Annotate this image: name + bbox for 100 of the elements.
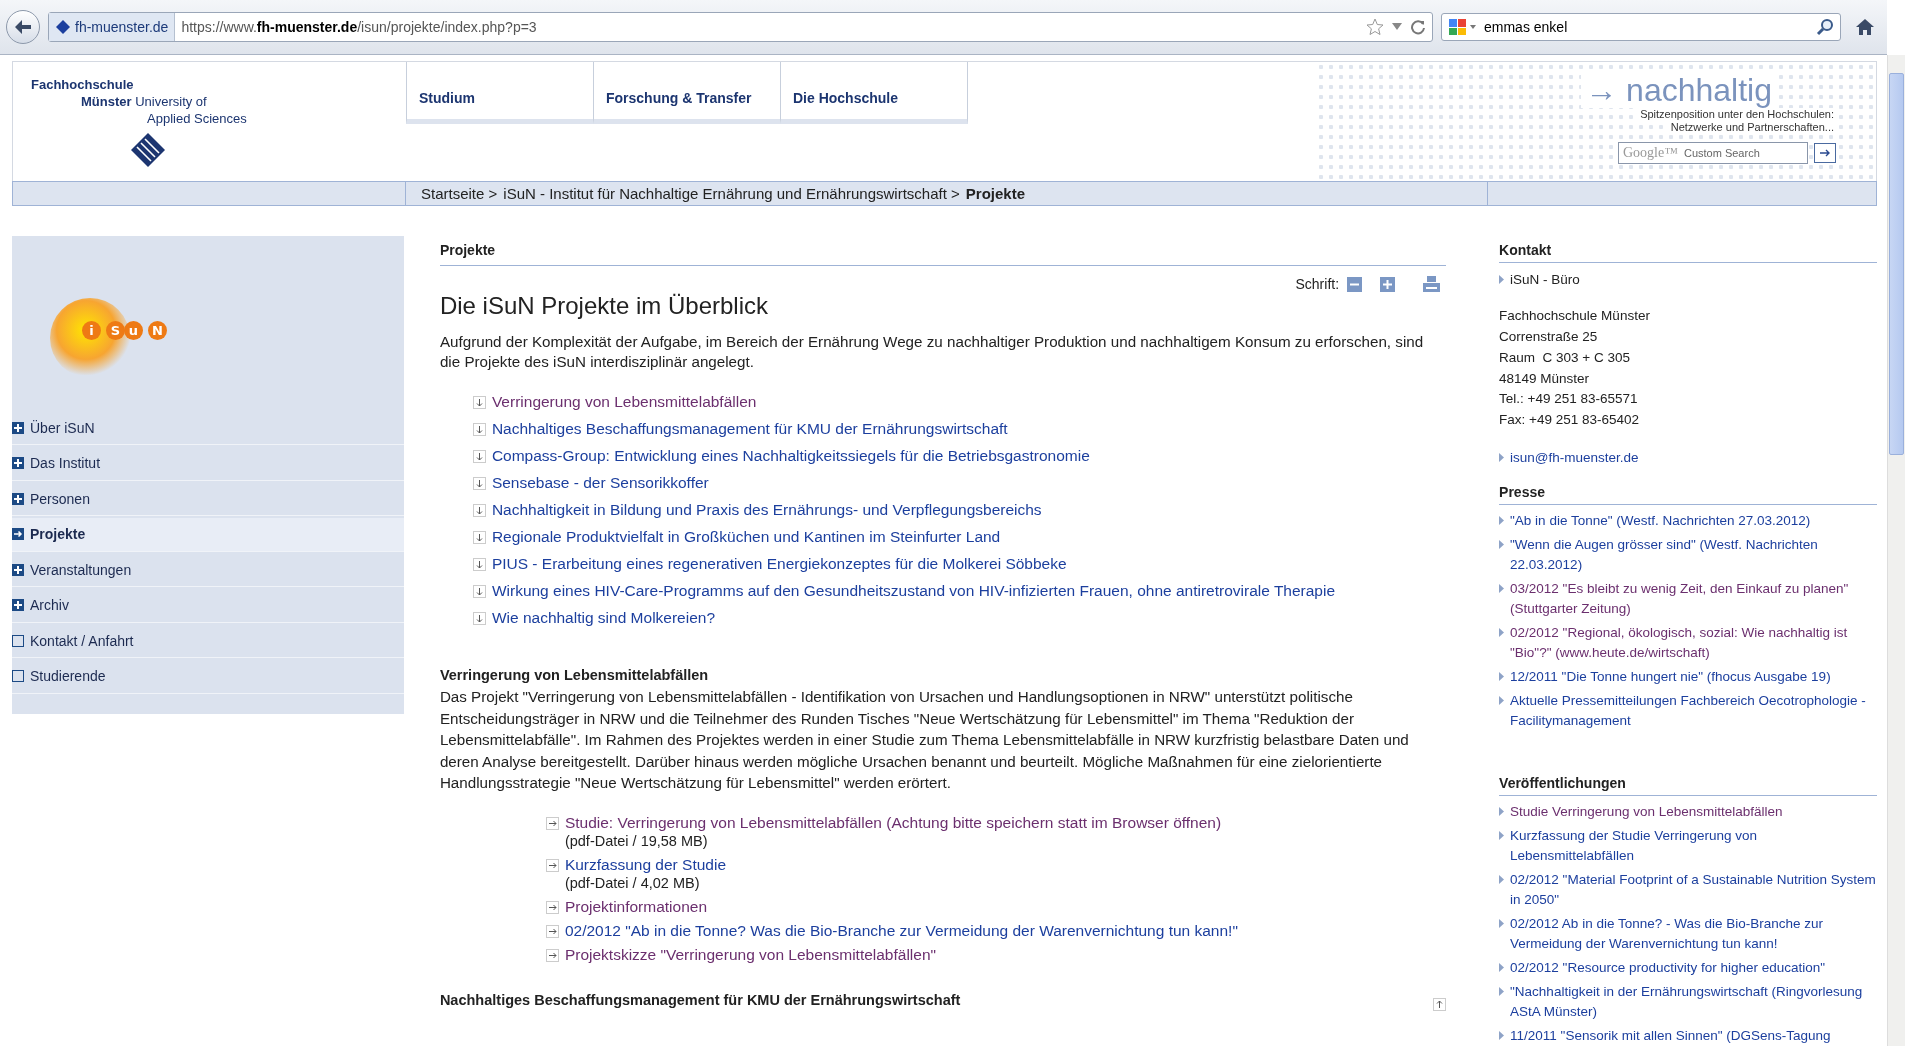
checkbox-icon: [12, 670, 24, 683]
nav-tab[interactable]: Studium: [406, 62, 594, 124]
document-link[interactable]: Studie: Verringerung von Lebensmittelabfällen (Achtung bitte speichern statt im Browser öffnen): [564, 813, 1222, 832]
search-field[interactable]: Google™ Custom Search: [1618, 142, 1808, 164]
document-link[interactable]: Projektskizze "Verringerung von Lebensmittelabfällen": [564, 945, 937, 964]
bullet-icon: [1499, 516, 1505, 525]
breadcrumb-link[interactable]: iSuN - Institut für Nachhaltige Ernährung und Ernährungswirtschaft >: [503, 185, 960, 203]
logo-letter: S: [106, 321, 125, 341]
breadcrumb-link[interactable]: Projekte: [965, 185, 1025, 203]
project-link[interactable]: Nachhaltigkeit in Bildung und Praxis des Ernährungs- und Verpflegungsbereichs: [491, 501, 1042, 520]
star-icon[interactable]: [1366, 18, 1384, 36]
font-label: Schrift:: [1295, 276, 1340, 293]
project-link[interactable]: PIUS - Erarbeitung eines regenerativen Energiekonzeptes für die Molkerei Söbbeke: [491, 555, 1067, 574]
press-link[interactable]: Aktuelle Pressemitteilungen Fachbereich Oecotrophologie - Facilitymanagement: [1510, 691, 1877, 731]
print-icon[interactable]: [1423, 276, 1441, 293]
dropdown-icon[interactable]: [1392, 23, 1402, 31]
bullet-icon: [1499, 987, 1505, 996]
reload-icon[interactable]: [1410, 19, 1426, 35]
publication-link[interactable]: 02/2012 Ab in die Tonne? - Was die Bio-Branche zur Vermeidung der Warenvernichtung tun kann!: [1510, 914, 1877, 954]
publication-link[interactable]: Kurzfassung der Studie Verringerung von Lebensmittelabfällen: [1510, 826, 1877, 866]
publication-link[interactable]: "Nachhaltigkeit in der Ernährungswirtschaft (Ringvorlesung AStA Münster): [1510, 982, 1877, 1022]
project-link[interactable]: Wie nachhaltig sind Molkereien?: [491, 609, 716, 628]
page-heading: Die iSuN Projekte im Überblick: [439, 292, 769, 321]
press-link[interactable]: 02/2012 "Regional, ökologisch, sozial: Wie nachhaltig ist "Bio"?" (www.heute.de/wirtschaft): [1510, 623, 1877, 663]
section-heading: Nachhaltiges Beschaffungsmanagement für KMU der Ernährungswirtschaft: [439, 991, 961, 1008]
bullet-icon: [1499, 963, 1505, 972]
document-link[interactable]: 02/2012 "Ab in die Tonne? Was die Bio-Branche zur Vermeidung der Warenvernichtung tun kann!": [564, 921, 1238, 940]
search-field[interactable]: emmas enkel: [1441, 13, 1841, 41]
file-info: (pdf-Datei / 19,58 MB): [564, 831, 709, 850]
plus-icon: [12, 421, 24, 434]
publication-link[interactable]: 11/2011 "Sensorik mit allen Sinnen" (DGSens-Tagung: [1510, 1026, 1831, 1046]
plus-icon: [12, 563, 24, 576]
section-title: Presse: [1499, 478, 1877, 505]
press-link[interactable]: 12/2011 "Die Tonne hungert nie" (fhocus Ausgabe 19): [1510, 667, 1831, 687]
tagline: Spitzenposition unter den Hochschulen:: [1638, 108, 1836, 121]
press-link[interactable]: "Wenn die Augen grösser sind" (Westf. Nachrichten 22.03.2012): [1510, 535, 1877, 575]
bullet-icon: [1499, 672, 1505, 681]
section-text: Das Projekt "Verringerung von Lebensmittelabfällen - Identifikation von Ursachen und Handlungsoptionen in NRW" unterstützt politische Entscheidungsträger in NRW und die Teilnehmer des Runden Tisches "Neue Wertschätzung für Lebensmittel" im Thema "Reduktion der Lebensmittelabfälle". Im Rahmen des Projektes werden in einer Studie zum Thema Lebensmittelabfälle in NRW kurzfristig belastbare Daten und deren Analyse bereitgestellt. Darüber hinaus werden mögliche Ursachen benannt und beurteilt. Mögliche Maßnahmen für eine zielorientierte Handlungsstrategie "Neue Wertschätzung für Lebensmittel" werden erörtert.: [439, 687, 1410, 794]
checkbox-icon: [12, 634, 24, 647]
breadcrumb-link[interactable]: Startseite >: [421, 185, 498, 203]
publication-link[interactable]: Studie Verringerung von Lebensmittelabfällen: [1510, 802, 1783, 822]
sidebar-item[interactable]: Projekte: [12, 517, 404, 552]
engine-icon[interactable]: [1448, 18, 1478, 36]
project-link[interactable]: Wirkung eines HIV-Care-Programms auf den Gesundheitszustand von HIV-infizierten Frauen, ohne antiretrovirale Therapie: [491, 582, 1336, 601]
bullet-icon: [1499, 696, 1505, 705]
address-line: Raum C 303 + C 305: [1499, 348, 1631, 367]
bullet-icon: [1499, 453, 1505, 462]
search-icon[interactable]: [1816, 18, 1834, 36]
bullet-icon: [1499, 275, 1505, 285]
address-line: Fax: +49 251 83-65402: [1499, 411, 1641, 430]
bullet-icon: [1499, 584, 1505, 593]
back-arrow-icon: [14, 19, 32, 35]
project-link[interactable]: Compass-Group: Entwicklung eines Nachhaltigkeitssiegels für die Betriebsgastronomie: [491, 447, 1090, 466]
arrow-icon: [12, 528, 24, 541]
address-line: Correnstraße 25: [1499, 328, 1599, 346]
press-link[interactable]: 03/2012 "Es bleibt zu wenig Zeit, den Einkauf zu planen" (Stuttgarter Zeitung): [1510, 579, 1877, 619]
address-line: Fachhochschule Münster: [1499, 307, 1651, 326]
address-line: 48149 Münster: [1499, 369, 1591, 388]
logo-letter: i: [82, 321, 101, 341]
search-button[interactable]: [1814, 143, 1836, 163]
plus-icon[interactable]: [1380, 276, 1396, 292]
minus-icon[interactable]: [1347, 276, 1363, 292]
bullet-icon: [1499, 919, 1505, 928]
logo-icon: [131, 133, 165, 167]
logo-text: Fachhochschule: [31, 76, 135, 93]
project-link[interactable]: Regionale Produktvielfalt in Großküchen und Kantinen im Steinfurter Land: [491, 528, 1001, 547]
document-link[interactable]: Projektinformationen: [564, 897, 708, 916]
back-button[interactable]: [6, 10, 40, 44]
bullet-icon: [1499, 540, 1505, 549]
bullet-icon: [1499, 807, 1505, 816]
section-title: Veröffentlichungen: [1499, 769, 1877, 796]
project-link[interactable]: Verringerung von Lebensmittelabfällen: [491, 393, 757, 412]
project-link[interactable]: Sensebase - der Sensorikkoffer: [491, 474, 709, 493]
section-title: Projekte: [439, 236, 1447, 267]
arrow-icon: [1819, 148, 1831, 158]
email-link[interactable]: isun@fh-muenster.de: [1510, 448, 1639, 468]
section-heading: Verringerung von Lebensmittelabfällen: [439, 667, 710, 684]
publication-link[interactable]: 02/2012 "Material Footprint of a Sustainable Nutrition System in 2050": [1510, 870, 1877, 910]
logo-text: Münster University of: [80, 93, 208, 110]
site-identity[interactable]: fh-muenster.de: [49, 13, 176, 41]
logo-letter: u: [124, 321, 143, 341]
logo-text: Applied Sciences: [146, 110, 248, 127]
address-line: Tel.: +49 251 83-65571: [1499, 390, 1639, 409]
scrollbar[interactable]: [1887, 55, 1905, 1046]
nav-tab[interactable]: Die Hochschule: [780, 62, 968, 124]
brand-text: → nachhaltig: [1581, 72, 1776, 108]
publication-link[interactable]: 02/2012 "Resource productivity for higher education": [1510, 958, 1826, 978]
document-link[interactable]: Kurzfassung der Studie: [564, 855, 726, 874]
tagline: Netzwerke und Partnerschaften...: [1668, 121, 1836, 134]
plus-icon: [12, 599, 24, 612]
address-bar[interactable]: fh-muenster.de https://www.fh-muenster.de/isun/projekte/index.php?p=3: [48, 12, 1433, 42]
bullet-icon: [1499, 628, 1505, 637]
plus-icon: [12, 492, 24, 505]
plus-icon: [12, 457, 24, 470]
office-link[interactable]: iSuN - Büro: [1510, 270, 1580, 291]
bullet-icon: [1499, 831, 1505, 840]
file-info: (pdf-Datei / 4,02 MB): [564, 873, 701, 892]
bullet-icon: [1499, 1031, 1505, 1040]
project-link[interactable]: Nachhaltiges Beschaffungsmanagement für KMU der Ernährungswirtschaft: [491, 420, 1008, 439]
press-link[interactable]: "Ab in die Tonne" (Westf. Nachrichten 27.03.2012): [1510, 511, 1811, 531]
